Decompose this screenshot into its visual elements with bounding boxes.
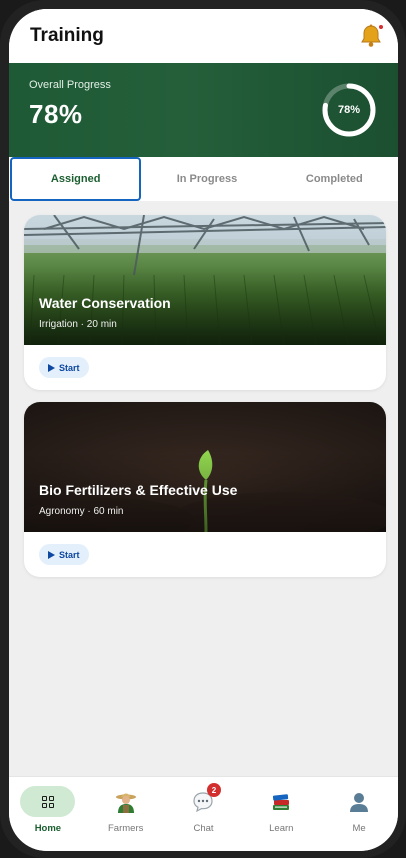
page-title: Training	[30, 25, 104, 46]
nav-chat[interactable]: 2 Chat	[165, 777, 243, 851]
tab-completed[interactable]: Completed	[271, 157, 398, 201]
start-button[interactable]: Start	[39, 544, 89, 565]
home-grid-icon	[41, 795, 54, 808]
start-label: Start	[59, 549, 80, 560]
course-card[interactable]: Water Conservation Irrigation · 20 min S…	[24, 215, 386, 390]
play-icon	[48, 550, 55, 559]
tab-assigned[interactable]: Assigned	[10, 157, 142, 201]
seedling-soil-image: Bio Fertilizers & Effective Use Agronomy…	[24, 402, 386, 532]
nav-farmers[interactable]: Farmers	[87, 777, 165, 851]
farmer-icon	[115, 793, 136, 813]
progress-banner: Overall Progress 78% 78%	[9, 63, 398, 157]
nav-label: Learn	[269, 823, 294, 834]
nav-learn[interactable]: Learn	[242, 777, 320, 851]
top-app-bar: Training	[9, 9, 398, 63]
course-meta: Agronomy · 60 min	[39, 506, 124, 517]
nav-label: Me	[352, 823, 366, 834]
course-title: Water Conservation	[39, 295, 171, 311]
progress-ring-text: 78%	[337, 104, 361, 116]
nav-label: Chat	[193, 823, 214, 834]
course-title: Bio Fertilizers & Effective Use	[39, 482, 238, 498]
tab-in-progress[interactable]: In Progress	[143, 157, 270, 201]
nav-me[interactable]: Me	[320, 777, 398, 851]
device-frame: Training Overall Progress 78% 78% Assign…	[0, 0, 406, 858]
person-icon	[350, 792, 369, 812]
nav-home[interactable]: Home	[9, 777, 87, 851]
nav-label: Home	[34, 823, 62, 834]
play-icon	[48, 363, 55, 372]
course-card[interactable]: Bio Fertilizers & Effective Use Agronomy…	[24, 402, 386, 577]
start-button[interactable]: Start	[39, 357, 89, 378]
irrigation-field-image: Water Conservation Irrigation · 20 min	[24, 215, 386, 345]
start-label: Start	[59, 362, 80, 373]
notifications-button[interactable]	[358, 23, 384, 49]
progress-ring: 78%	[321, 82, 377, 138]
tab-bar: Assigned In Progress Completed	[9, 157, 398, 201]
bottom-navigation: Home Farmers 2 Chat Learn Me	[9, 776, 398, 851]
nav-label: Farmers	[108, 823, 144, 834]
books-icon	[273, 793, 290, 810]
app-screen: Training Overall Progress 78% 78% Assign…	[9, 9, 398, 851]
chat-unread-badge: 2	[206, 783, 221, 797]
course-meta: Irrigation · 20 min	[39, 319, 117, 330]
unread-dot	[378, 24, 384, 30]
